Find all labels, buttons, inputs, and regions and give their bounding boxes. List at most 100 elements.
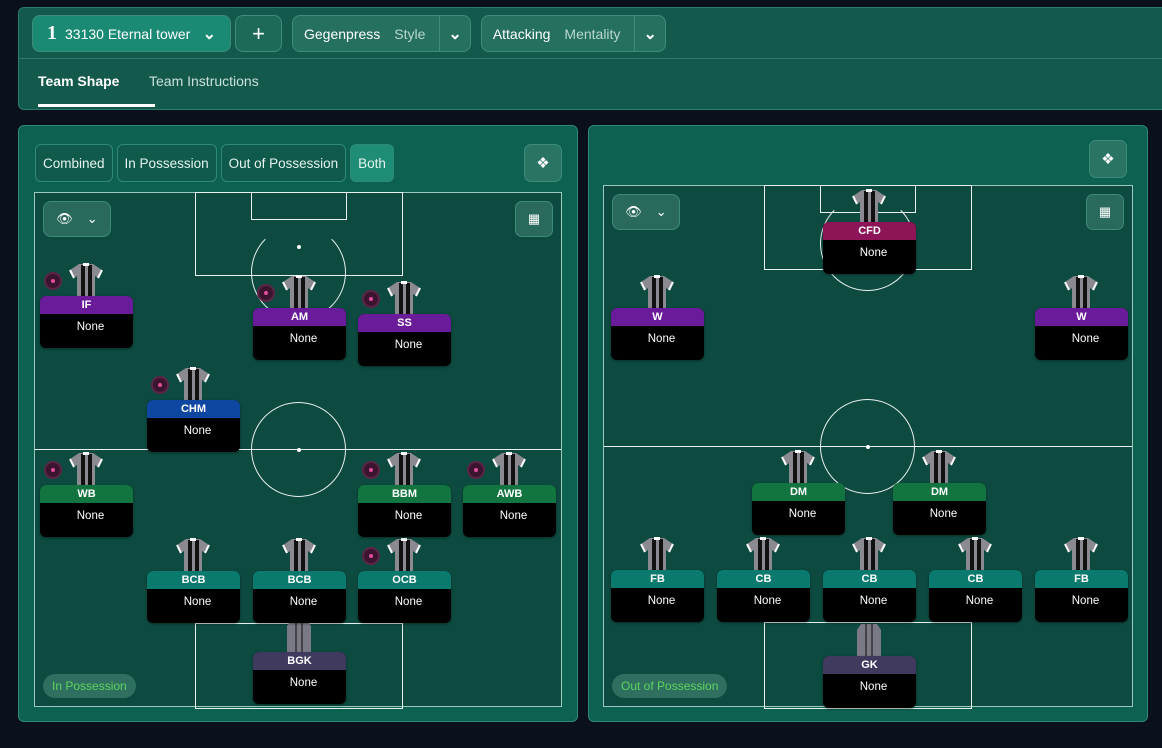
mentality-label: Mentality xyxy=(564,25,621,42)
player-name: None xyxy=(647,333,676,345)
tactic-number: 1 xyxy=(47,22,57,44)
player-name: None xyxy=(1071,333,1100,345)
visibility-toggle[interactable]: 👁 ⌄ xyxy=(43,201,111,237)
role-label: CHM xyxy=(147,400,240,418)
tactic-name: 33130 Eternal tower xyxy=(65,25,191,42)
player-slot-ocb[interactable]: OCB None xyxy=(358,571,451,623)
player-slot-dm[interactable]: DM None xyxy=(893,483,986,535)
shirt-icon xyxy=(1061,536,1101,572)
chevron-down-icon[interactable]: ⌄ xyxy=(634,16,664,51)
player-slot-fb[interactable]: FB None xyxy=(1035,570,1128,622)
role-duty-icon xyxy=(362,461,380,479)
player-name: None xyxy=(965,595,994,607)
role-label: DM xyxy=(752,483,845,501)
view-in-possession[interactable]: In Possession xyxy=(116,144,217,182)
role-label: IF xyxy=(40,296,133,314)
player-slot-awb[interactable]: AWB None xyxy=(463,485,556,537)
role-duty-icon xyxy=(44,461,62,479)
shirt-icon xyxy=(279,618,319,654)
shirt-icon xyxy=(778,449,818,485)
role-label: DM xyxy=(893,483,986,501)
view-out-of-possession[interactable]: Out of Possession xyxy=(220,144,347,182)
shirt-icon xyxy=(849,622,889,658)
player-slot-bcb[interactable]: BCB None xyxy=(253,571,346,623)
shirt-icon xyxy=(637,536,677,572)
shirt-icon xyxy=(384,451,424,487)
player-slot-w[interactable]: W None xyxy=(611,308,704,360)
view-both[interactable]: Both xyxy=(350,144,394,182)
eye-icon: 👁 xyxy=(625,204,642,219)
style-dropdown[interactable]: Gegenpress Style ⌄ xyxy=(292,15,471,52)
player-slot-cb[interactable]: CB None xyxy=(717,570,810,622)
role-label: CB xyxy=(929,570,1022,588)
style-label: Style xyxy=(394,25,426,42)
visibility-toggle[interactable]: 👁 ⌄ xyxy=(612,194,680,230)
shirt-icon xyxy=(279,537,319,573)
role-label: CFD xyxy=(823,222,916,240)
shirt-icon xyxy=(173,366,213,402)
swap-icon[interactable]: ❖ xyxy=(524,144,562,182)
grid-icon[interactable]: ▦ xyxy=(515,201,553,237)
tactic-selector[interactable]: 1 33130 Eternal tower ⌄ xyxy=(32,15,231,52)
role-duty-icon xyxy=(151,376,169,394)
chevron-down-icon[interactable]: ⌄ xyxy=(439,16,469,51)
player-slot-wb[interactable]: WB None xyxy=(40,485,133,537)
shirt-icon xyxy=(173,537,213,573)
swap-icon[interactable]: ❖ xyxy=(1089,140,1127,178)
player-slot-dm[interactable]: DM None xyxy=(752,483,845,535)
role-label: CB xyxy=(717,570,810,588)
tab-team-shape[interactable]: Team Shape xyxy=(38,73,119,89)
player-slot-bgk[interactable]: BGK None xyxy=(253,652,346,704)
role-label: GK xyxy=(823,656,916,674)
player-name: None xyxy=(394,596,423,608)
role-label: W xyxy=(1035,308,1128,326)
role-duty-icon xyxy=(44,272,62,290)
player-name: None xyxy=(289,677,318,689)
player-slot-w[interactable]: W None xyxy=(1035,308,1128,360)
player-slot-ss[interactable]: SS None xyxy=(358,314,451,366)
eye-icon: 👁 xyxy=(56,211,73,226)
shirt-icon xyxy=(637,274,677,310)
player-name: None xyxy=(647,595,676,607)
player-slot-cfd[interactable]: CFD None xyxy=(823,222,916,274)
player-slot-am[interactable]: AM None xyxy=(253,308,346,360)
shirt-icon xyxy=(66,262,106,298)
shirt-icon xyxy=(66,451,106,487)
phase-label: In Possession xyxy=(43,674,136,698)
add-tactic-button[interactable]: + xyxy=(235,15,282,52)
shirt-icon xyxy=(919,449,959,485)
player-name: None xyxy=(394,510,423,522)
player-name: None xyxy=(76,510,105,522)
role-label: FB xyxy=(611,570,704,588)
player-slot-bbm[interactable]: BBM None xyxy=(358,485,451,537)
player-name: None xyxy=(859,681,888,693)
phase-label: Out of Possession xyxy=(612,674,728,698)
role-label: BBM xyxy=(358,485,451,503)
tab-team-instructions[interactable]: Team Instructions xyxy=(149,73,259,89)
player-slot-bcb[interactable]: BCB None xyxy=(147,571,240,623)
player-name: None xyxy=(394,339,423,351)
player-slot-if[interactable]: IF None xyxy=(40,296,133,348)
role-label: BCB xyxy=(147,571,240,589)
mentality-dropdown[interactable]: Attacking Mentality ⌄ xyxy=(480,15,666,52)
shirt-icon xyxy=(489,451,529,487)
mentality-value: Attacking xyxy=(492,25,551,42)
role-label: SS xyxy=(358,314,451,332)
player-slot-cb[interactable]: CB None xyxy=(929,570,1022,622)
shirt-icon xyxy=(384,537,424,573)
shirt-icon xyxy=(279,274,319,310)
player-name: None xyxy=(499,510,528,522)
shirt-icon xyxy=(384,280,424,316)
player-slot-chm[interactable]: CHM None xyxy=(147,400,240,452)
player-slot-gk[interactable]: GK None xyxy=(823,656,916,708)
role-label: OCB xyxy=(358,571,451,589)
view-combined[interactable]: Combined xyxy=(35,144,113,182)
player-slot-fb[interactable]: FB None xyxy=(611,570,704,622)
shirt-icon xyxy=(955,536,995,572)
chevron-down-icon: ⌄ xyxy=(86,211,98,226)
role-label: AWB xyxy=(463,485,556,503)
player-slot-cb[interactable]: CB None xyxy=(823,570,916,622)
grid-icon[interactable]: ▦ xyxy=(1086,194,1124,230)
player-name: None xyxy=(183,425,212,437)
chevron-down-icon: ⌄ xyxy=(202,25,216,43)
